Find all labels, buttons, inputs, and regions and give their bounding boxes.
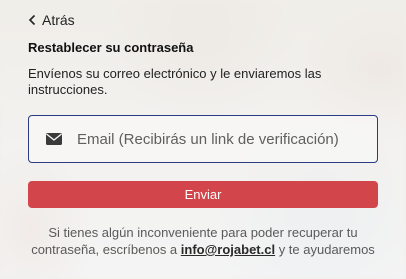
help-text: Si tienes algún inconveniente para poder… — [28, 224, 378, 258]
back-link[interactable]: Atrás — [28, 12, 75, 28]
email-field-container[interactable] — [28, 115, 378, 163]
chevron-left-icon — [28, 14, 36, 26]
password-reset-panel: Atrás Restablecer su contraseña Envíenos… — [0, 0, 406, 279]
help-text-after: y te ayudaremos — [275, 242, 375, 257]
support-email-link[interactable]: info@rojabet.cl — [181, 242, 275, 257]
instructions-text: Envíenos su correo electrónico y le envi… — [28, 66, 322, 97]
back-label: Atrás — [42, 12, 75, 28]
envelope-icon — [45, 130, 63, 148]
email-input[interactable] — [77, 130, 367, 148]
send-button[interactable]: Enviar — [28, 181, 378, 208]
page-title: Restablecer su contraseña — [28, 40, 194, 55]
